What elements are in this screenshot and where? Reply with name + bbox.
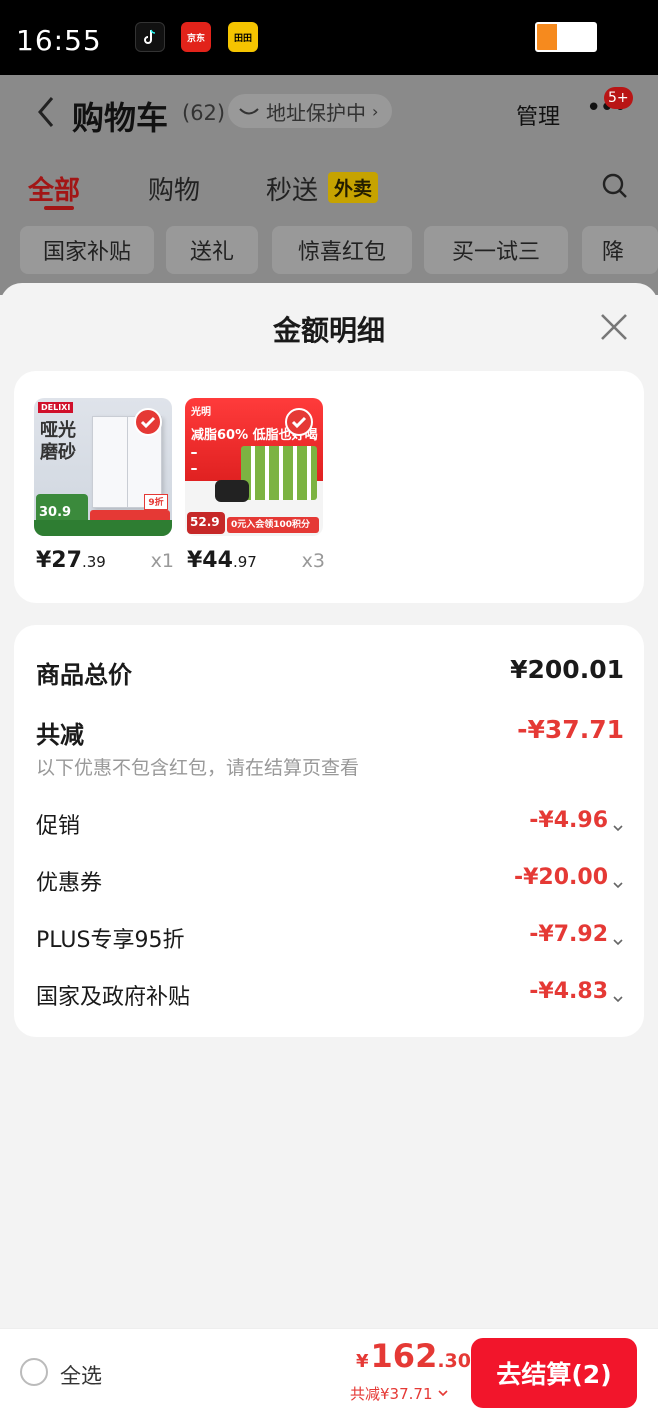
cart-page-overlay[interactable]: 购物车 (62) 地址保护中 › 管理 ••• 5+ 全部 购物 秒送 外卖 国… bbox=[0, 75, 658, 295]
chevron-down-icon bbox=[612, 986, 624, 1002]
total-value: ¥200.01 bbox=[510, 655, 624, 684]
promo-banner: 0元入会领100积分 bbox=[227, 517, 319, 533]
checked-icon bbox=[134, 408, 162, 436]
reduce-note: 以下优惠不包含红包，请在结算页查看 bbox=[36, 757, 360, 779]
sheet-title: 金额明细 bbox=[272, 314, 385, 347]
reduce-label: 共减 bbox=[36, 721, 84, 749]
reduce-summary[interactable]: 共减¥37.71 bbox=[350, 1383, 449, 1404]
product-image-text: 哑光 磨砂 bbox=[40, 420, 76, 463]
close-icon[interactable] bbox=[598, 311, 630, 343]
select-all-label[interactable]: 全选 bbox=[60, 1360, 102, 1390]
address-protect-pill[interactable]: 地址保护中 › bbox=[228, 94, 393, 128]
tab-all[interactable]: 全部 bbox=[28, 170, 80, 207]
image-price-tag: 52.9 bbox=[187, 512, 225, 534]
cart-count: (62) bbox=[182, 101, 226, 125]
smile-icon bbox=[238, 99, 260, 123]
chip-price-drop[interactable]: 降 bbox=[582, 226, 658, 274]
product-qty: x3 bbox=[301, 550, 325, 572]
chevron-right-icon: › bbox=[372, 101, 379, 121]
discount-value: -¥4.83 bbox=[529, 979, 624, 1004]
status-bar: 16:55 京东 田田 bbox=[0, 0, 658, 75]
milk-boxes-illustration bbox=[241, 446, 317, 500]
product-image[interactable]: 光明 减脂60% 低脂也好喝 52.9 0元入会领100积分 bbox=[185, 398, 323, 536]
message-badge: 5+ bbox=[604, 87, 633, 109]
chevron-down-icon bbox=[612, 929, 624, 945]
back-icon[interactable] bbox=[36, 95, 56, 138]
takeout-tag: 外卖 bbox=[328, 172, 379, 203]
battery-icon bbox=[535, 22, 597, 52]
product-list-card: DELIXI 哑光 磨砂 30.9 9折 ¥27.39 x1 光明 减脂60% 低… bbox=[14, 371, 644, 603]
address-protect-label: 地址保护中 bbox=[266, 100, 366, 125]
cart-title: 购物车 bbox=[72, 99, 169, 137]
chip-national-subsidy[interactable]: 国家补贴 bbox=[20, 226, 154, 274]
subsidy-banner bbox=[34, 520, 172, 536]
price-summary-card: 商品总价 ¥200.01 共减 -¥37.71 以下优惠不包含红包，请在结算页查… bbox=[14, 625, 644, 1037]
discount-value: -¥20.00 bbox=[514, 865, 624, 890]
total-price: ¥ 162 .30 bbox=[356, 1337, 471, 1375]
search-icon[interactable] bbox=[602, 173, 628, 199]
checked-icon bbox=[285, 408, 313, 436]
product-item[interactable]: 光明 减脂60% 低脂也好喝 52.9 0元入会领100积分 ¥44.97 x3 bbox=[185, 398, 325, 573]
discount-value: -¥4.96 bbox=[529, 808, 624, 833]
cow-illustration bbox=[215, 480, 249, 502]
tian-icon: 田田 bbox=[228, 22, 258, 52]
amount-detail-sheet: 金额明细 DELIXI 哑光 磨砂 30.9 9折 ¥27.39 x1 光明 减… bbox=[0, 283, 658, 1416]
tab-underline bbox=[44, 206, 74, 210]
tab-instant[interactable]: 秒送 bbox=[266, 170, 318, 207]
reduce-value: -¥37.71 bbox=[517, 715, 624, 744]
checkout-bar: 全选 ¥ 162 .30 共减¥37.71 去结算(2) bbox=[0, 1328, 658, 1416]
chevron-down-icon bbox=[612, 872, 624, 888]
chip-buy-one-try-three[interactable]: 买一试三 bbox=[424, 226, 568, 274]
manage-button[interactable]: 管理 bbox=[516, 99, 560, 131]
select-all-radio[interactable] bbox=[20, 1358, 48, 1386]
discount-label: PLUS专享95折 bbox=[36, 928, 185, 953]
brand-label: DELIXI bbox=[38, 402, 74, 413]
checkout-button[interactable]: 去结算(2) bbox=[471, 1338, 637, 1408]
tab-shopping[interactable]: 购物 bbox=[148, 170, 200, 207]
discount-label: 优惠券 bbox=[36, 871, 103, 896]
discount-label: 国家及政府补贴 bbox=[36, 985, 191, 1010]
product-qty: x1 bbox=[150, 550, 174, 572]
total-label: 商品总价 bbox=[36, 661, 132, 689]
status-time: 16:55 bbox=[16, 24, 102, 57]
discount-value: -¥7.92 bbox=[529, 922, 624, 947]
product-price: ¥44.97 bbox=[187, 548, 257, 573]
chip-gift[interactable]: 送礼 bbox=[166, 226, 258, 274]
feature-pill bbox=[191, 452, 197, 454]
feature-pill bbox=[191, 468, 197, 470]
chevron-down-icon bbox=[437, 1385, 449, 1403]
discount-label: 促销 bbox=[36, 814, 81, 839]
tiktok-icon bbox=[135, 22, 165, 52]
product-price: ¥27.39 bbox=[36, 548, 106, 573]
product-image[interactable]: DELIXI 哑光 磨砂 30.9 9折 bbox=[34, 398, 172, 536]
discount-badge: 9折 bbox=[144, 494, 168, 510]
jd-icon: 京东 bbox=[181, 22, 211, 52]
chip-red-packet[interactable]: 惊喜红包 bbox=[272, 226, 412, 274]
brand-label: 光明 bbox=[191, 407, 211, 418]
chevron-down-icon bbox=[612, 815, 624, 831]
product-item[interactable]: DELIXI 哑光 磨砂 30.9 9折 ¥27.39 x1 bbox=[34, 398, 174, 573]
